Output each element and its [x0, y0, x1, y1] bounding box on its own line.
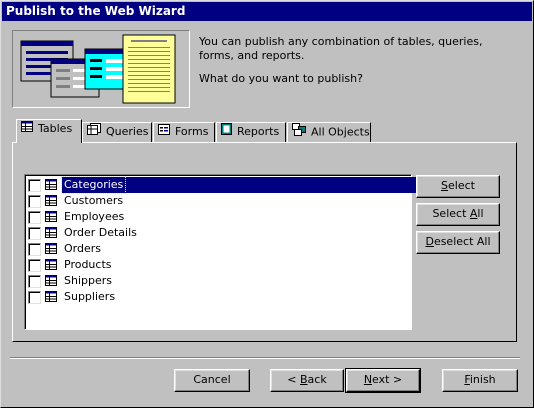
list-item[interactable]: Shippers: [28, 273, 408, 289]
tab-tables-label: Tables: [38, 122, 73, 135]
tab-all-objects-label: All Objects: [311, 125, 370, 139]
item-label: Products: [64, 258, 112, 271]
tables-listbox[interactable]: Categories Customers Employees Order Det…: [24, 174, 436, 330]
select-button[interactable]: Select: [416, 175, 500, 198]
deselect-all-button-mnemonic: D: [425, 235, 434, 248]
form-icon: [158, 123, 170, 141]
item-label: Order Details: [64, 226, 137, 239]
back-button[interactable]: < Back: [270, 369, 344, 392]
list-item[interactable]: Suppliers: [28, 289, 408, 305]
table-icon: [21, 120, 33, 138]
list-item[interactable]: Employees: [28, 209, 408, 225]
question-text: What do you want to publish?: [199, 72, 363, 85]
item-checkbox[interactable]: [28, 275, 41, 288]
list-item[interactable]: Order Details: [28, 225, 408, 241]
select-all-button-post: ll: [477, 207, 484, 220]
item-label: Suppliers: [64, 290, 116, 303]
select-button-mnemonic: S: [441, 179, 449, 192]
tab-queries[interactable]: Queries: [82, 122, 152, 142]
tab-reports-label: Reports: [237, 125, 280, 138]
table-icon: [45, 227, 57, 241]
next-button-post: ext >: [372, 373, 403, 386]
footer-separator: [10, 357, 520, 359]
table-icon: [45, 195, 57, 209]
table-icon: [45, 243, 57, 257]
item-checkbox[interactable]: [28, 291, 41, 304]
back-button-pre: <: [287, 373, 300, 386]
deselect-all-button[interactable]: Deselect All: [416, 231, 500, 254]
finish-button-post: inish: [469, 373, 496, 386]
tab-all-objects[interactable]: All Objects: [287, 122, 371, 142]
item-label: Shippers: [64, 274, 112, 287]
item-checkbox[interactable]: [28, 179, 41, 192]
item-label: Employees: [64, 210, 125, 223]
tab-reports[interactable]: Reports: [216, 122, 286, 142]
list-item[interactable]: Customers: [28, 193, 408, 209]
list-item[interactable]: Products: [28, 257, 408, 273]
wizard-illustration: [12, 30, 190, 108]
item-checkbox[interactable]: [28, 211, 41, 224]
cancel-button[interactable]: Cancel: [174, 369, 250, 392]
back-button-post: ack: [307, 373, 327, 386]
table-icon: [45, 179, 57, 193]
tab-forms-label: Forms: [175, 125, 209, 138]
intro-text: You can publish any combination of table…: [199, 35, 483, 62]
all-objects-icon: [292, 123, 306, 142]
next-button-mnemonic: N: [363, 373, 373, 386]
query-icon: [87, 123, 101, 141]
item-checkbox[interactable]: [28, 227, 41, 240]
window-title: Publish to the Web Wizard: [2, 2, 532, 21]
back-button-mnemonic: B: [300, 373, 308, 386]
item-checkbox[interactable]: [28, 195, 41, 208]
deselect-all-button-post: eselect All: [433, 235, 491, 248]
select-all-button[interactable]: Select All: [416, 203, 500, 226]
finish-button[interactable]: Finish: [442, 369, 518, 392]
table-icon: [45, 275, 57, 289]
list-item[interactable]: Orders: [28, 241, 408, 257]
report-icon: [221, 123, 232, 141]
tab-forms[interactable]: Forms: [153, 122, 215, 142]
select-button-post: elect: [448, 179, 475, 192]
list-item[interactable]: Categories: [28, 176, 436, 194]
item-checkbox[interactable]: [28, 243, 41, 256]
item-label: Customers: [64, 194, 124, 207]
item-checkbox[interactable]: [28, 259, 41, 272]
tab-tables[interactable]: Tables: [16, 119, 82, 143]
table-icon: [45, 259, 57, 273]
item-label: Categories: [60, 176, 127, 194]
next-button[interactable]: Next >: [345, 368, 421, 393]
table-icon: [45, 291, 57, 305]
table-icon: [45, 211, 57, 225]
select-all-button-pre: Select: [432, 207, 470, 220]
tab-queries-label: Queries: [106, 125, 149, 138]
item-label: Orders: [64, 242, 101, 255]
